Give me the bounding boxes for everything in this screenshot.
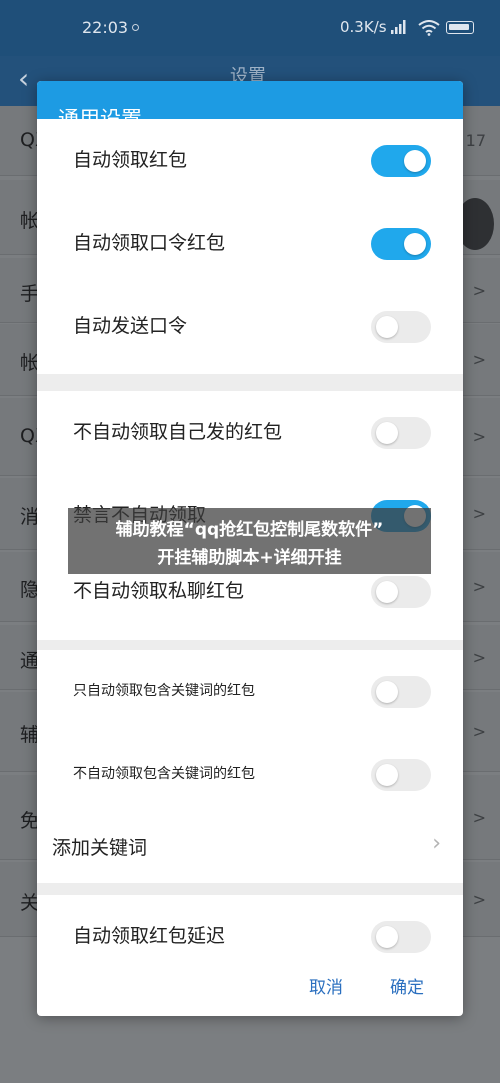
add-keyword-label: 添加关键词 [52,837,148,859]
toggle-knob [404,233,426,255]
status-net-speed: 0.3K/s [340,18,387,36]
toggle-knob [376,926,398,948]
toggle-switch[interactable] [371,417,431,449]
setting-label: 自动领取红包 [73,149,188,171]
toggle-knob [376,764,398,786]
watermark-banner: 辅助教程“qq抢红包控制尾数软件” 开挂辅助脚本+详细开挂 [68,508,431,574]
toggle-knob [376,316,398,338]
setting-row[interactable]: 不自动领取自己发的红包 [37,391,463,474]
section-divider [37,374,463,391]
wifi-icon [418,20,440,36]
toggle-knob [376,422,398,444]
setting-row[interactable]: 自动发送口令 [37,285,463,368]
setting-row[interactable]: 不自动领取包含关键词的红包 [37,733,463,816]
toggle-switch[interactable] [371,676,431,708]
back-arrow-icon[interactable]: ‹ [18,62,29,95]
setting-label: 自动发送口令 [73,315,188,337]
setting-row[interactable]: 自动领取红包 [37,119,463,202]
background-row-right: > [472,648,486,667]
setting-label: 不自动领取自己发的红包 [73,421,283,443]
background-row-right: > [472,722,486,741]
toggle-switch[interactable] [371,145,431,177]
toggle-switch[interactable] [371,311,431,343]
background-row-right: > [472,281,486,300]
toggle-switch[interactable] [371,576,431,608]
toggle-knob [376,581,398,603]
status-bar: 22:03 0.3K/s [0,0,500,56]
dialog-footer: 取消 确定 [37,961,463,1016]
add-keyword-row[interactable]: 添加关键词 › [37,807,463,890]
banner-line-2: 开挂辅助脚本+详细开挂 [157,548,342,568]
toggle-knob [376,681,398,703]
battery-icon [446,21,474,34]
background-row-right: > [472,808,486,827]
setting-label: 自动领取口令红包 [73,232,226,254]
banner-line-1: 辅助教程“qq抢红包控制尾数软件” [115,520,384,540]
background-row-right: > [472,890,486,909]
status-notification-dot [132,24,139,31]
signal-icon [391,20,406,34]
toggle-switch[interactable] [371,921,431,953]
background-row-right: > [472,577,486,596]
toggle-knob [404,150,426,172]
setting-label: 不自动领取包含关键词的红包 [73,766,255,782]
toggle-switch[interactable] [371,228,431,260]
cancel-button[interactable]: 取消 [309,973,343,998]
confirm-button[interactable]: 确定 [390,973,424,998]
background-row-right: 17 [465,131,486,150]
setting-row[interactable]: 自动领取口令红包 [37,202,463,285]
background-row-right: > [472,504,486,523]
chevron-right-icon: › [432,831,441,856]
background-row-right: > [472,427,486,446]
toggle-switch[interactable] [371,759,431,791]
status-time: 22:03 [82,18,129,37]
setting-row[interactable]: 只自动领取包含关键词的红包 [37,650,463,733]
background-row-right: > [472,350,486,369]
setting-label: 只自动领取包含关键词的红包 [73,683,255,699]
